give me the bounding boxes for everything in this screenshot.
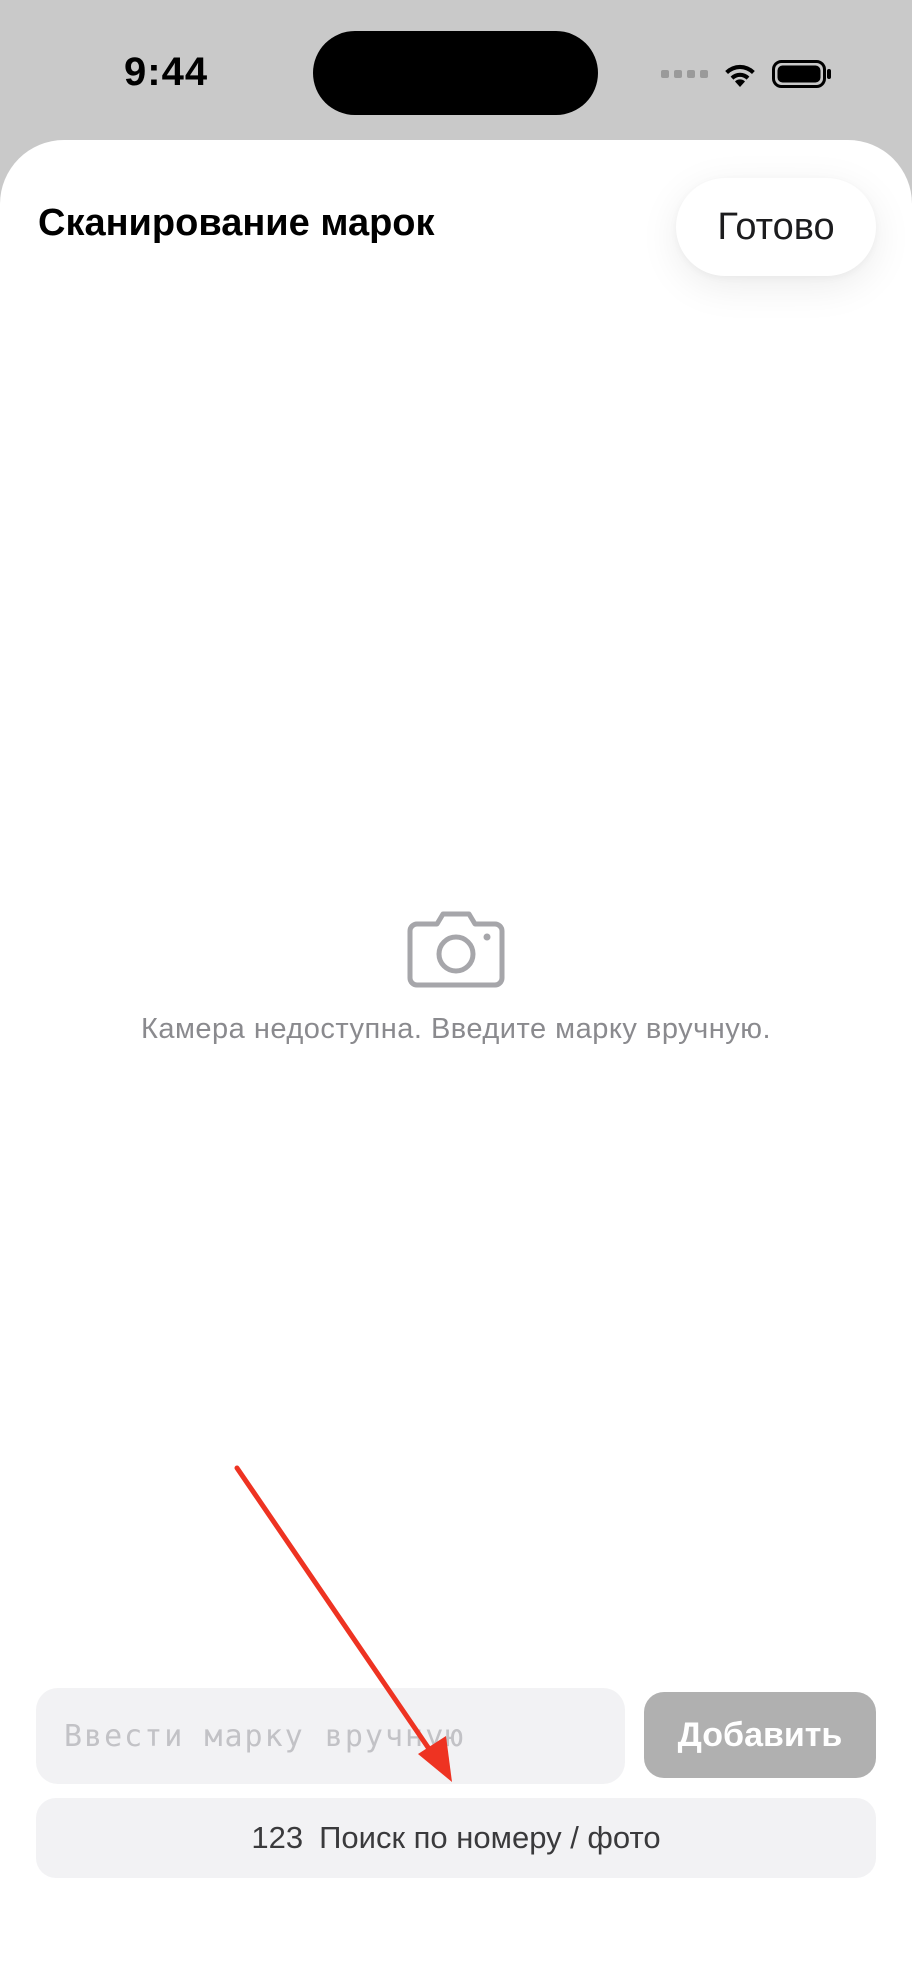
search-by-number-button[interactable]: 123 Поиск по номеру / фото	[36, 1798, 876, 1878]
numbers-icon: 123	[251, 1820, 304, 1855]
battery-icon	[772, 60, 831, 88]
camera-unavailable-message: Камера недоступна. Введите марку вручную…	[140, 1013, 772, 1045]
dynamic-island	[313, 31, 598, 115]
sheet-title: Сканирование марок	[38, 202, 435, 244]
manual-mark-input[interactable]	[36, 1688, 625, 1784]
wifi-icon	[725, 64, 755, 87]
cellular-signal-icon	[661, 70, 708, 78]
status-bar: 9:44	[0, 0, 912, 140]
done-button[interactable]: Готово	[676, 178, 876, 276]
status-icons	[661, 56, 832, 92]
search-button-label: Поиск по номеру / фото	[319, 1820, 661, 1855]
add-button[interactable]: Добавить	[644, 1692, 876, 1778]
status-time: 9:44	[124, 50, 209, 94]
scanner-sheet: Сканирование марок Готово Камера недосту…	[0, 140, 912, 1982]
screen: 9:44 Сканирование марок Готово Камера не…	[0, 0, 912, 1982]
camera-icon	[407, 911, 505, 988]
